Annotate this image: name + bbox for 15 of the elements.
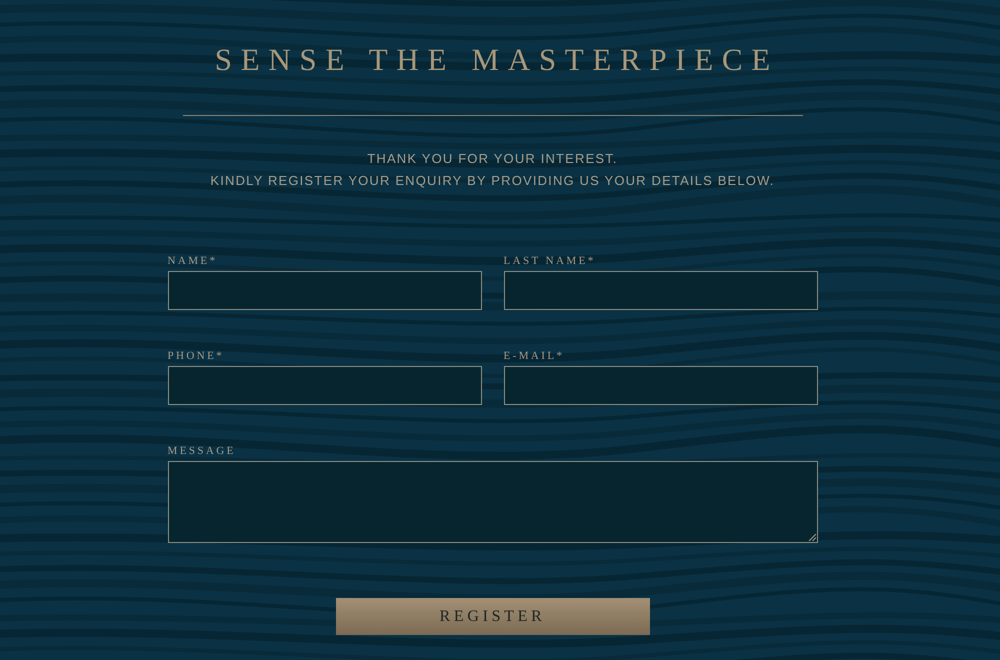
register-button[interactable]: REGISTER: [336, 598, 650, 635]
message-field[interactable]: [168, 461, 818, 543]
input-field[interactable]: [504, 366, 818, 405]
page-title: SENSE THE MASTERPIECE: [214, 41, 779, 79]
field-label: NAME*: [168, 254, 218, 268]
field-label: PHONE*: [168, 349, 224, 363]
resize-handle-icon[interactable]: [808, 533, 816, 541]
field-label: E-MAIL*: [504, 349, 564, 363]
intro-text: THANK YOU FOR YOUR INTEREST.: [367, 150, 618, 168]
input-field[interactable]: [168, 271, 482, 310]
field-label: MESSAGE: [168, 444, 236, 458]
field-label: LAST NAME*: [504, 254, 596, 268]
input-field[interactable]: [504, 271, 818, 310]
intro-text: KINDLY REGISTER YOUR ENQUIRY BY PROVIDING US YOUR DETAILS BELOW.: [210, 172, 775, 190]
input-field[interactable]: [168, 366, 482, 405]
